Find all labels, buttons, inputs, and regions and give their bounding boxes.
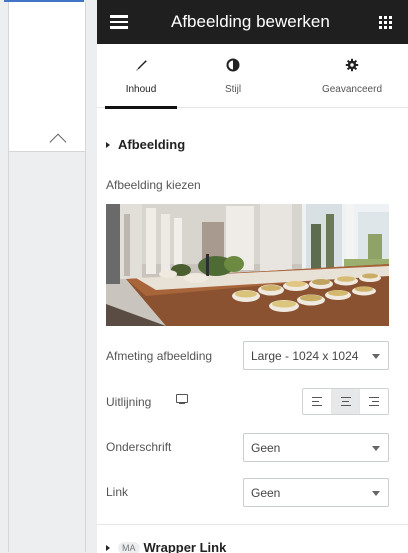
wrapper-section-title: Wrapper Link <box>143 540 227 553</box>
left-sidebar <box>0 0 97 553</box>
grid-icon[interactable] <box>379 16 392 29</box>
tab-content[interactable]: Inhoud <box>105 44 177 109</box>
link-label: Link <box>106 485 129 499</box>
chevron-down-icon <box>372 446 380 451</box>
tab-content-label: Inhoud <box>125 84 157 95</box>
pencil-icon <box>136 60 147 71</box>
align-left-button[interactable] <box>303 389 331 414</box>
section-wrapper-link-toggle[interactable]: MA Wrapper Link <box>106 540 226 553</box>
caret-right-icon <box>106 545 110 551</box>
align-center-button[interactable] <box>330 389 360 414</box>
align-right-button[interactable] <box>359 389 388 414</box>
caption-select[interactable]: Geen <box>243 433 389 462</box>
sidebar-separator <box>9 151 85 152</box>
image-picker-label: Afbeelding kiezen <box>106 178 201 192</box>
image-photo <box>106 204 389 326</box>
sidebar-divider-right <box>85 2 86 552</box>
chevron-down-icon <box>372 491 380 496</box>
alignment-control <box>302 388 389 415</box>
hamburger-icon[interactable] <box>110 15 128 29</box>
caret-right-icon <box>106 142 110 148</box>
section-title: Afbeelding <box>118 137 186 152</box>
tab-style-label: Stijl <box>224 84 242 95</box>
image-preview[interactable] <box>106 204 389 326</box>
tab-advanced[interactable]: Geavanceerd <box>303 44 401 108</box>
sidebar-panel <box>9 2 85 151</box>
caption-label: Onderschrift <box>106 440 172 454</box>
panel-header: Afbeelding bewerken <box>97 0 408 44</box>
section-afbeelding-toggle[interactable]: Afbeelding <box>106 137 185 152</box>
panel-tabs: Inhoud Stijl Geavanceerd <box>97 44 408 109</box>
tab-style[interactable]: Stijl <box>203 44 263 108</box>
gear-icon <box>345 58 359 72</box>
chevron-down-icon <box>372 354 380 359</box>
link-select[interactable]: Geen <box>243 478 389 507</box>
image-size-select[interactable]: Large - 1024 x 1024 <box>243 341 389 370</box>
alignment-label: Uitlijning <box>106 395 152 409</box>
monitor-icon[interactable] <box>176 394 188 405</box>
tab-advanced-label: Geavanceerd <box>321 84 383 95</box>
panel-title: Afbeelding bewerken <box>171 12 330 31</box>
image-size-label: Afmeting afbeelding <box>106 349 213 363</box>
editor-panel: Afbeelding bewerken Inhoud Stijl Geavanc… <box>97 0 408 553</box>
image-size-value: Large - 1024 x 1024 <box>251 349 359 363</box>
link-value: Geen <box>251 486 281 500</box>
section-divider <box>97 524 408 525</box>
ma-badge: MA <box>118 542 140 553</box>
half-circle-icon <box>226 58 240 72</box>
caption-value: Geen <box>251 441 281 455</box>
